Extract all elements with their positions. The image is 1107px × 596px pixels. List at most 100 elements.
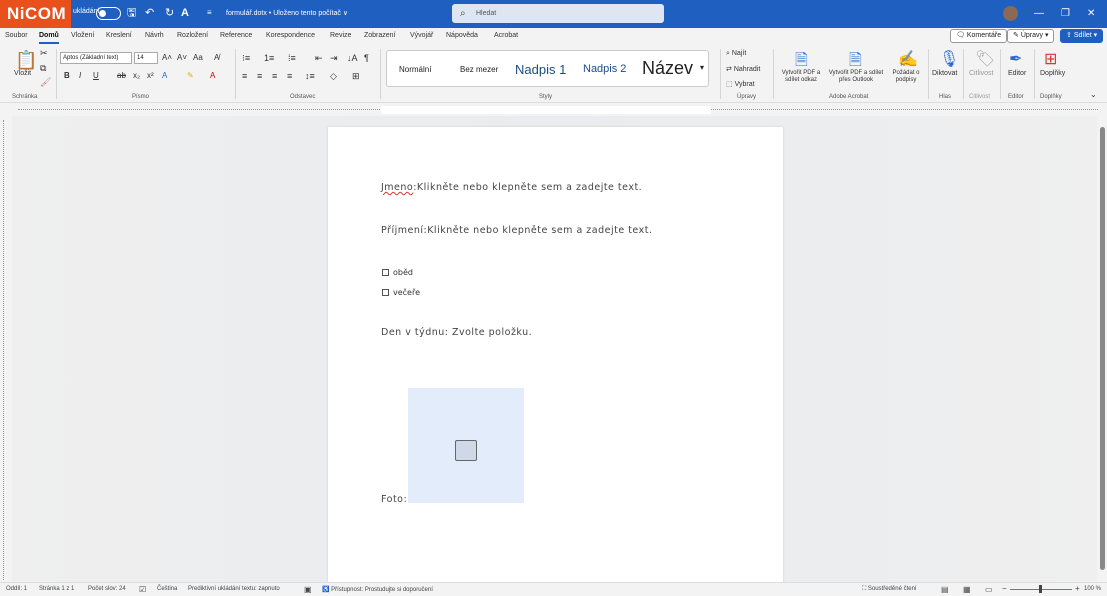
paste-label[interactable]: Vložit — [14, 70, 31, 77]
sensitivity-label[interactable]: Citlivost — [969, 70, 994, 77]
subscript-icon[interactable]: x₂ — [133, 71, 140, 80]
tab-soubor[interactable]: Soubor — [5, 32, 28, 39]
style-heading-1[interactable]: Nadpis 1 — [515, 62, 566, 77]
save-icon[interactable]: 🖫 — [127, 6, 136, 20]
surname-field[interactable]: Příjmení:Klikněte nebo klepněte sem a za… — [381, 225, 652, 236]
zoom-out-icon[interactable]: − — [1002, 584, 1007, 593]
editor-icon[interactable]: ✒ — [1009, 49, 1022, 69]
request-sign-icon[interactable]: ✍ — [898, 49, 918, 69]
collapse-ribbon-icon[interactable]: ⌄ — [1090, 90, 1097, 99]
italic-icon[interactable]: I — [79, 71, 81, 80]
find-button[interactable]: ⌕ Najít — [726, 50, 746, 58]
style-normal[interactable]: Normální — [399, 65, 431, 74]
name-field[interactable]: Jmeno:Klikněte nebo klepněte sem a zadej… — [381, 182, 642, 193]
tab-vyvojar[interactable]: Vývojář — [410, 32, 433, 39]
font-color-icon[interactable]: A — [210, 71, 215, 80]
undo-icon[interactable]: ↶ — [145, 6, 154, 20]
photo-placeholder[interactable] — [408, 388, 524, 503]
focus-mode-button[interactable]: ⛶ Soustředěné čtení — [862, 586, 917, 593]
text-format-icon[interactable]: A — [181, 6, 189, 20]
read-mode-icon[interactable]: ▤ — [941, 585, 949, 594]
tab-kresleni[interactable]: Kreslení — [106, 32, 132, 39]
shrink-font-icon[interactable]: A˅ — [177, 53, 187, 62]
tab-vlozeni[interactable]: Vložení — [71, 32, 94, 39]
font-size-select[interactable]: 14 — [134, 52, 158, 64]
zoom-level[interactable]: 100 % — [1084, 586, 1101, 592]
pdf-share-label[interactable]: Vytvořit PDF a sdílet odkaz — [778, 70, 824, 84]
select-button[interactable]: ⬚ Vybrat — [726, 80, 755, 88]
name-placeholder[interactable]: :Klikněte nebo klepněte sem a zadejte te… — [413, 182, 642, 193]
tab-domu[interactable]: Domů — [39, 32, 59, 39]
autosave-toggle[interactable] — [96, 7, 121, 20]
status-accessibility[interactable]: ♿ Přístupnost: Prostudujte si doporučení — [322, 586, 433, 593]
status-page[interactable]: Stránka 1 z 1 — [39, 586, 74, 592]
tab-acrobat[interactable]: Acrobat — [494, 32, 518, 39]
sensitivity-icon[interactable]: 🏷 — [975, 49, 995, 69]
edit-mode-button[interactable]: ✎ Úpravy ▾ — [1007, 29, 1055, 43]
show-marks-icon[interactable]: ¶ — [364, 53, 369, 63]
tab-zobrazeni[interactable]: Zobrazení — [364, 32, 396, 39]
copy-icon[interactable]: ⧉ — [40, 63, 46, 74]
customize-toolbar-icon[interactable]: ≡ — [207, 6, 212, 20]
dictate-label[interactable]: Diktovat — [932, 70, 957, 77]
align-center-icon[interactable]: ≡ — [257, 71, 262, 81]
highlight-icon[interactable]: ✎ — [187, 71, 194, 80]
borders-icon[interactable]: ⊞ — [352, 71, 360, 82]
bullets-icon[interactable]: ⁝≡ — [242, 53, 250, 64]
proofing-icon[interactable]: ☑ — [139, 585, 146, 594]
lunch-checkbox[interactable]: oběd — [382, 268, 413, 277]
print-layout-icon[interactable]: ▦ — [963, 585, 971, 594]
style-heading-2[interactable]: Nadpis 2 — [583, 63, 626, 75]
increase-indent-icon[interactable]: ⇥ — [330, 53, 338, 64]
tab-napoveda[interactable]: Nápověda — [446, 32, 478, 39]
pdf-outlook-label[interactable]: Vytvořit PDF a sdílet přes Outlook — [825, 70, 887, 84]
sort-icon[interactable]: ↓A — [347, 53, 358, 63]
style-no-spacing[interactable]: Bez mezer — [460, 65, 498, 74]
style-title[interactable]: Název — [642, 58, 693, 79]
microphone-icon[interactable]: 🎙 — [939, 49, 959, 69]
clear-format-icon[interactable]: A̸ — [214, 53, 219, 62]
numbering-icon[interactable]: 1≡ — [264, 53, 274, 63]
tab-reference[interactable]: Reference — [220, 32, 252, 39]
multilevel-list-icon[interactable]: ⁞≡ — [288, 53, 296, 63]
align-right-icon[interactable]: ≡ — [272, 71, 277, 81]
replace-button[interactable]: ⇄ Nahradit — [726, 65, 760, 73]
superscript-icon[interactable]: x² — [147, 71, 154, 80]
dinner-checkbox[interactable]: večeře — [382, 288, 420, 297]
restore-icon[interactable]: ❐ — [1061, 7, 1070, 21]
minimize-icon[interactable]: — — [1034, 7, 1044, 21]
horizontal-ruler[interactable] — [0, 104, 1107, 116]
tab-revize[interactable]: Revize — [330, 32, 351, 39]
tab-korespondence[interactable]: Korespondence — [266, 32, 315, 39]
web-layout-icon[interactable]: ▭ — [985, 585, 993, 594]
underline-icon[interactable]: U — [93, 71, 99, 80]
justify-icon[interactable]: ≡ — [287, 71, 292, 81]
close-icon[interactable]: ✕ — [1087, 7, 1095, 21]
styles-more-icon[interactable]: ▾ — [700, 63, 704, 72]
zoom-in-icon[interactable]: + — [1075, 584, 1080, 593]
grow-font-icon[interactable]: A˄ — [162, 53, 172, 62]
tab-navrh[interactable]: Návrh — [145, 32, 164, 39]
request-sign-label[interactable]: Požádat o podpisy — [887, 70, 925, 84]
status-language[interactable]: Čeština — [157, 586, 177, 592]
user-avatar[interactable] — [1003, 6, 1018, 21]
bold-icon[interactable]: B — [64, 71, 70, 80]
checkbox-icon[interactable] — [382, 289, 389, 296]
editor-label[interactable]: Editor — [1008, 70, 1026, 77]
addins-label[interactable]: Doplňky — [1040, 70, 1065, 77]
decrease-indent-icon[interactable]: ⇤ — [315, 53, 323, 64]
tab-rozlozeni[interactable]: Rozložení — [177, 32, 208, 39]
align-left-icon[interactable]: ≡ — [242, 71, 247, 81]
status-words[interactable]: Počet slov: 24 — [88, 586, 126, 592]
document-title[interactable]: formulář.dotx • Uloženo tento počítač ∨ — [226, 9, 348, 17]
checkbox-icon[interactable] — [382, 269, 389, 276]
document-page[interactable] — [328, 127, 783, 587]
font-name-select[interactable]: Aptos (Základní text) — [60, 52, 132, 64]
redo-icon[interactable]: ↻ — [165, 6, 174, 20]
search-box[interactable]: ⌕ Hledat — [452, 4, 664, 23]
line-spacing-icon[interactable]: ↕≡ — [305, 71, 315, 81]
weekday-dropdown[interactable]: Den v týdnu: Zvolte položku. — [381, 327, 532, 338]
text-effects-icon[interactable]: A — [162, 71, 167, 80]
zoom-slider-knob[interactable] — [1039, 585, 1042, 593]
change-case-icon[interactable]: Aa — [193, 53, 203, 62]
